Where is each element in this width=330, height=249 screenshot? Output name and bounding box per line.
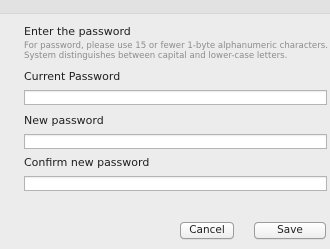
save-button[interactable]: Save <box>254 222 326 239</box>
password-hint-line-1: For password, please use 15 or fewer 1-b… <box>24 41 328 51</box>
current-password-field[interactable] <box>24 90 327 105</box>
password-hint: For password, please use 15 or fewer 1-b… <box>24 41 328 61</box>
new-password-label: New password <box>24 114 104 127</box>
password-hint-line-2: System distinguishes between capital and… <box>24 51 288 61</box>
dialog-heading: Enter the password <box>24 25 131 38</box>
window-titlebar-strip <box>0 0 330 14</box>
confirm-password-field[interactable] <box>24 176 327 191</box>
cancel-button[interactable]: Cancel <box>180 222 234 239</box>
new-password-field[interactable] <box>24 134 327 149</box>
confirm-password-label: Confirm new password <box>24 156 150 169</box>
current-password-label: Current Password <box>24 70 121 83</box>
